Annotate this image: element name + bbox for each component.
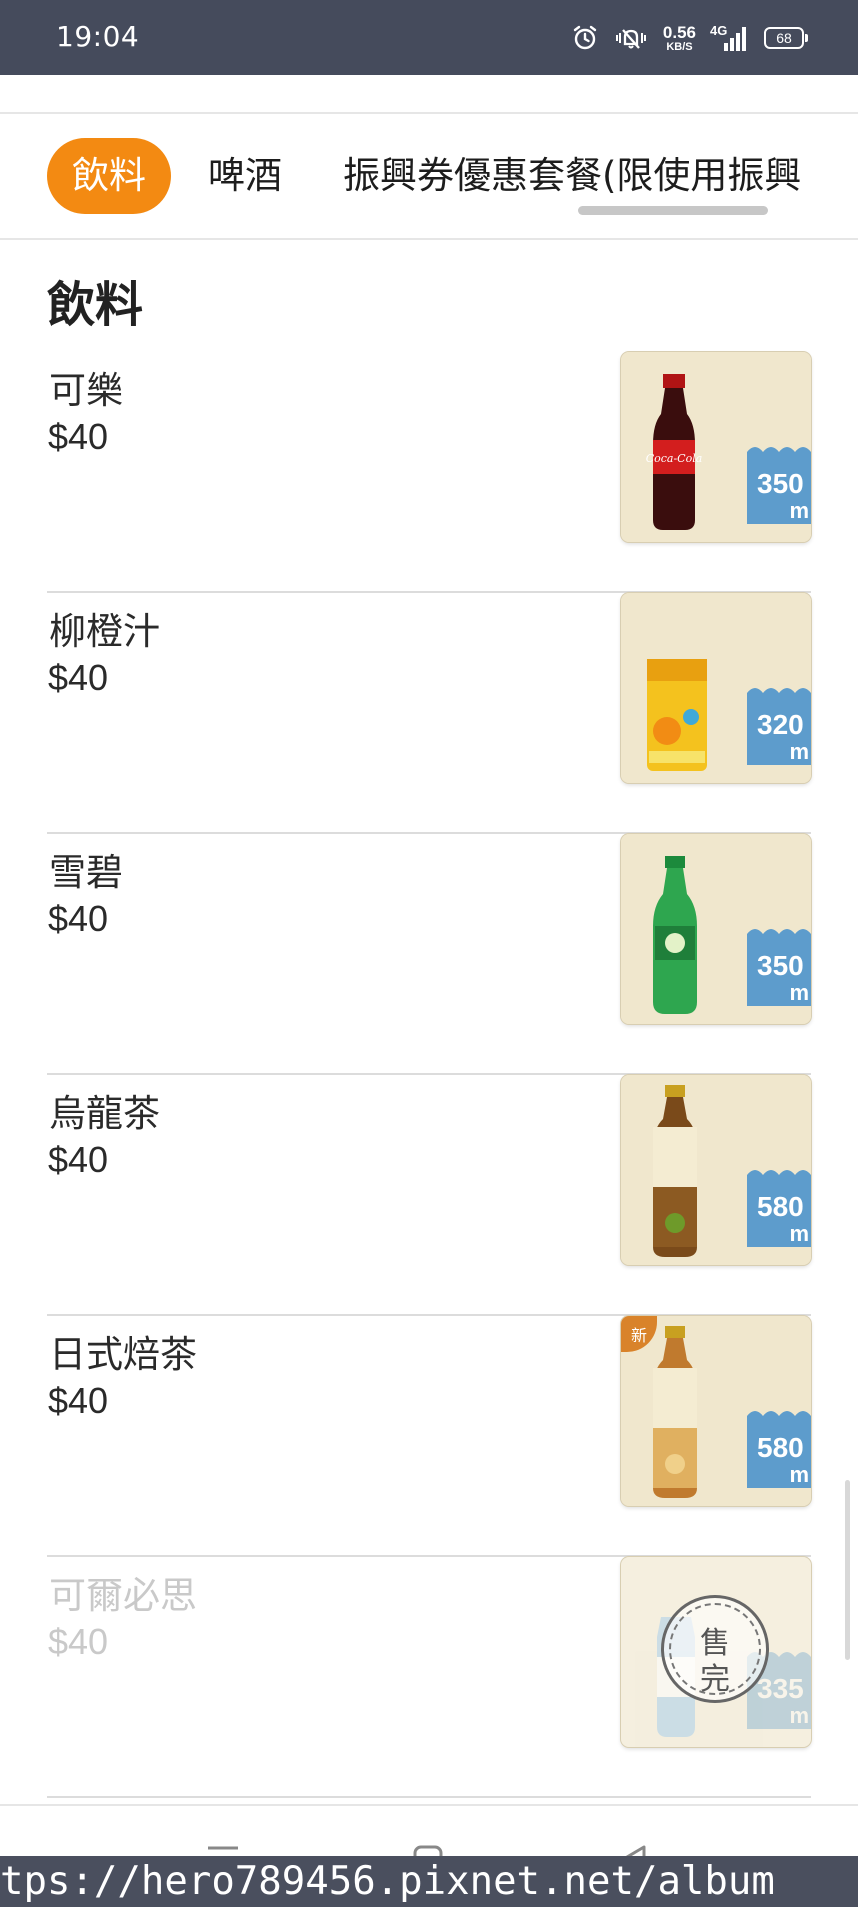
menu-item[interactable]: 柳橙汁 $40 320 m <box>47 593 811 834</box>
volume-unit: m <box>789 980 809 1005</box>
wave-icon <box>747 929 811 938</box>
item-price: $40 <box>48 1139 109 1180</box>
item-price: $40 <box>48 657 109 698</box>
wave-icon <box>747 688 811 697</box>
tab-scroll-indicator <box>578 206 768 215</box>
item-name: 烏龍茶 <box>49 1092 160 1135</box>
volume-tag: 350 m <box>747 447 811 524</box>
volume-tag: 580 m <box>747 1411 811 1488</box>
item-name: 可樂 <box>49 369 123 412</box>
status-time: 19:04 <box>56 20 140 53</box>
item-name: 柳橙汁 <box>49 610 160 653</box>
sold-out-stamp: 售 完 <box>661 1595 769 1703</box>
menu-item[interactable]: 雪碧 $40 350 m <box>47 834 811 1075</box>
mute-vibrate-icon <box>613 24 649 52</box>
alarm-icon <box>571 24 599 52</box>
volume-unit: m <box>789 1703 809 1728</box>
wave-icon <box>747 1411 811 1420</box>
menu-item-sold-out[interactable]: 可爾必思 $40 335 m 售 完 <box>47 1557 811 1798</box>
wave-icon <box>747 447 811 456</box>
item-image[interactable]: 335 m 售 完 <box>621 1557 811 1747</box>
net-speed: 0.56 KB/S <box>663 24 696 53</box>
volume-unit: m <box>789 1221 809 1246</box>
item-image[interactable]: 350 m <box>621 834 811 1024</box>
volume-tag: 350 m <box>747 929 811 1006</box>
volume-unit: m <box>789 498 809 523</box>
volume-unit: m <box>789 739 809 764</box>
item-price: $40 <box>48 1380 109 1421</box>
sold-out-char-2: 完 <box>700 1662 730 1697</box>
menu-item[interactable]: 烏龍茶 $40 580 m <box>47 1075 811 1316</box>
signal-icon: 4G <box>710 23 750 53</box>
tab-voucher-combo[interactable]: 振興券優惠套餐(限使用振興 <box>343 138 801 214</box>
svg-text:Coca-Cola: Coca-Cola <box>646 452 703 465</box>
item-image[interactable]: 580 m <box>621 1075 811 1265</box>
item-price: $40 <box>48 1621 109 1662</box>
item-price: $40 <box>48 416 109 457</box>
item-price: $40 <box>48 898 109 939</box>
volume-number: 580 <box>757 1191 804 1222</box>
status-icons: 0.56 KB/S 4G 68 <box>571 20 808 56</box>
volume-unit: m <box>789 1462 809 1487</box>
net-speed-value: 0.56 <box>662 22 696 42</box>
battery-icon: 68 <box>764 27 808 49</box>
item-name: 雪碧 <box>49 851 123 894</box>
item-image[interactable]: 320 m <box>621 593 811 783</box>
volume-number: 320 <box>757 709 804 740</box>
menu-item[interactable]: 日式焙茶 $40 新 580 m <box>47 1316 811 1557</box>
watermark-url: tps://hero789456.pixnet.net/album <box>0 1856 858 1907</box>
volume-tag: 320 m <box>747 688 811 765</box>
volume-number: 350 <box>757 468 804 499</box>
menu-item[interactable]: 可樂 $40 Coca-Cola 350 m <box>47 352 811 593</box>
item-image[interactable]: Coca-Cola 350 m <box>621 352 811 542</box>
net-speed-unit: KB/S <box>666 40 693 53</box>
section-title: 飲料 <box>47 277 144 333</box>
item-image[interactable]: 新 580 m <box>621 1316 811 1506</box>
volume-number: 580 <box>757 1432 804 1463</box>
scroll-indicator <box>845 1480 850 1660</box>
tab-beer[interactable]: 啤酒 <box>208 138 282 214</box>
tab-drinks[interactable]: 飲料 <box>47 138 171 214</box>
volume-tag: 580 m <box>747 1170 811 1247</box>
volume-number: 350 <box>757 950 804 981</box>
category-tabs: 飲料 啤酒 振興券優惠套餐(限使用振興 <box>0 114 858 240</box>
status-bar: 19:04 0.56 KB/S 4G 68 <box>0 0 858 75</box>
wave-icon <box>747 1170 811 1179</box>
item-name: 日式焙茶 <box>49 1333 197 1376</box>
item-name: 可爾必思 <box>49 1574 197 1617</box>
